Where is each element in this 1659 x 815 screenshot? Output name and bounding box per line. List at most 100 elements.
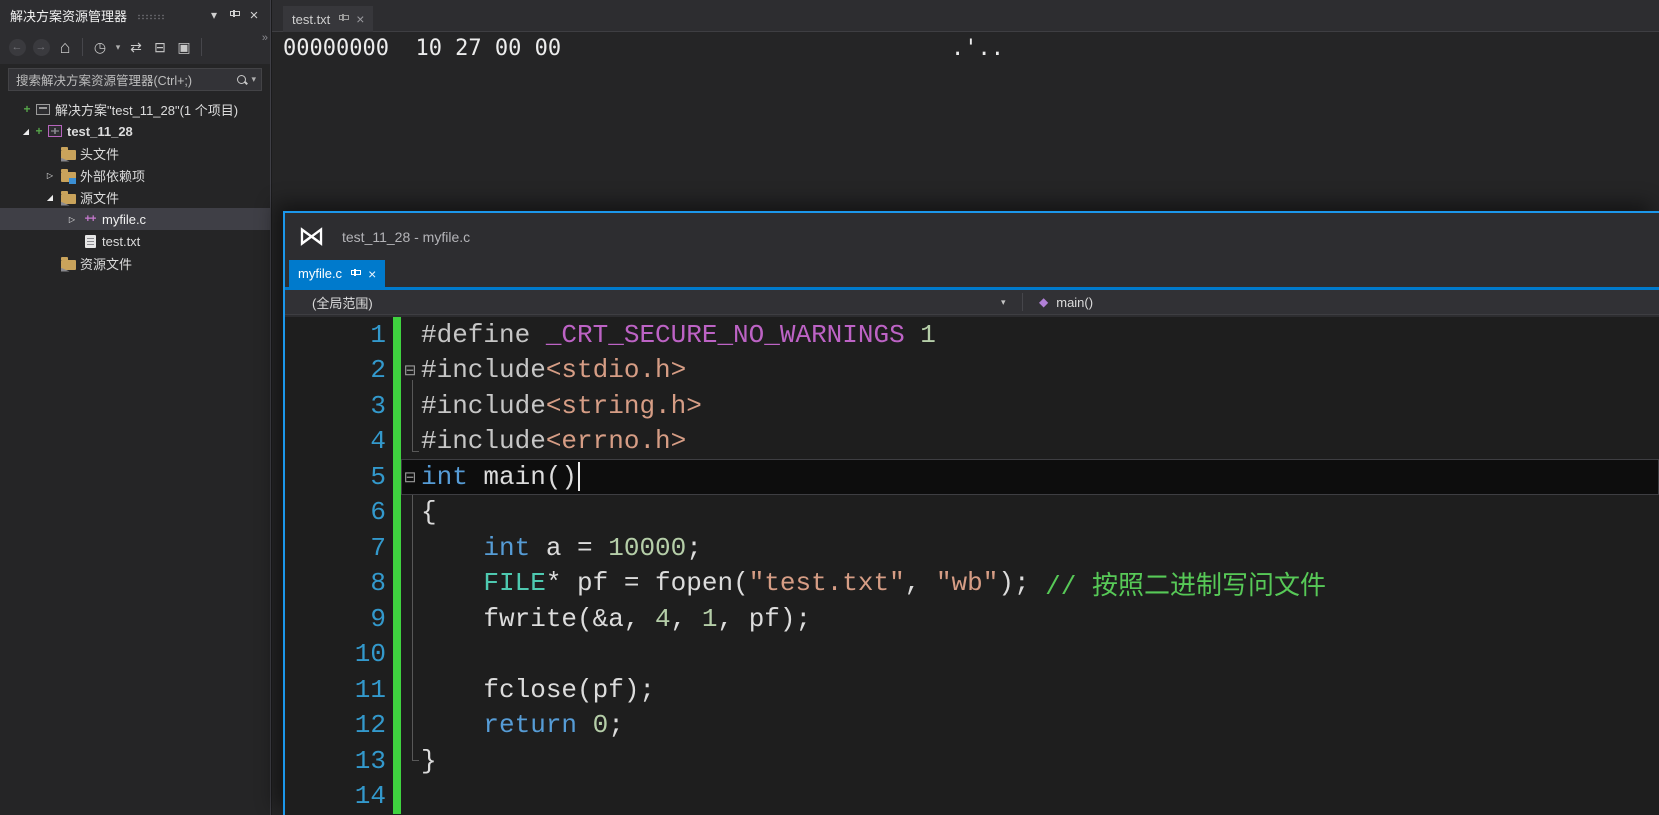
- code-editor[interactable]: 1#define _CRT_SECURE_NO_WARNINGS 12⊟#inc…: [285, 317, 1659, 815]
- fold-collapse-icon[interactable]: ⊟: [401, 361, 419, 379]
- code-line-7[interactable]: 7 int a = 10000;: [285, 530, 1659, 566]
- cpp-glyph: ++: [85, 213, 96, 225]
- member-dropdown[interactable]: ◆ main(): [1032, 290, 1659, 314]
- close-icon[interactable]: ×: [368, 267, 376, 281]
- code-line-3[interactable]: 3#include<string.h>: [285, 388, 1659, 424]
- tree-item-file-myfile-c[interactable]: ▷++myfile.c: [0, 208, 270, 230]
- close-icon[interactable]: ×: [244, 4, 264, 26]
- line-number: 7: [285, 530, 393, 566]
- tab-test-txt[interactable]: test.txt ×: [283, 6, 373, 32]
- drag-handle[interactable]: [137, 14, 166, 20]
- search-input[interactable]: 搜索解决方案资源管理器(Ctrl+;) ▾: [8, 68, 262, 91]
- token-str: "test.txt": [749, 568, 905, 598]
- tree-item-solution[interactable]: +解决方案"test_11_28"(1 个项目): [0, 98, 270, 120]
- change-tracking-bar: [393, 672, 401, 708]
- tab-myfile-c[interactable]: myfile.c ×: [289, 260, 385, 287]
- code-line-12[interactable]: 12 return 0;: [285, 708, 1659, 744]
- expander-icon[interactable]: ◢: [42, 193, 58, 202]
- pin-icon[interactable]: [224, 4, 244, 26]
- visual-studio-logo-icon: ⋈: [298, 223, 325, 250]
- toolbar-overflow-button[interactable]: »: [262, 32, 268, 44]
- expander-icon[interactable]: ▷: [64, 215, 80, 224]
- search-dropdown-icon[interactable]: ▾: [251, 74, 256, 85]
- code-text: int main(): [419, 462, 580, 492]
- tree-item-external-deps[interactable]: ▷ 外部依赖项: [0, 164, 270, 186]
- home-button[interactable]: ⌂: [54, 35, 76, 59]
- token-num: 0: [593, 710, 609, 740]
- code-text: return 0;: [419, 710, 624, 740]
- code-line-14[interactable]: 14: [285, 779, 1659, 815]
- window-position-icon[interactable]: ▾: [204, 4, 224, 26]
- code-line-10[interactable]: 10: [285, 637, 1659, 673]
- tree-item-source-files[interactable]: ◢源文件: [0, 186, 270, 208]
- show-all-files-button[interactable]: ▣: [173, 35, 195, 59]
- tree-item-label: 外部依赖项: [78, 166, 145, 185]
- code-text: #include<stdio.h>: [419, 355, 686, 385]
- line-number: 1: [285, 317, 393, 353]
- code-line-9[interactable]: 9 fwrite(&a, 4, 1, pf);: [285, 601, 1659, 637]
- search-icon: [236, 74, 248, 86]
- toolbar-separator: [82, 38, 83, 56]
- change-tracking-bar: [393, 459, 401, 495]
- expander-icon[interactable]: ◢: [18, 127, 34, 136]
- code-line-8[interactable]: 8 FILE* pf = fopen("test.txt", "wb"); //…: [285, 566, 1659, 602]
- change-tracking-bar: [393, 566, 401, 602]
- code-text: #define _CRT_SECURE_NO_WARNINGS 1: [419, 320, 936, 350]
- editor-window-title: test_11_28 - myfile.c: [342, 229, 470, 245]
- token-pln: main(): [468, 462, 577, 492]
- tree-item-project-test-11-28[interactable]: ◢+test_11_28: [0, 120, 270, 142]
- line-number: 2: [285, 353, 393, 389]
- editor-titlebar[interactable]: ⋈ test_11_28 - myfile.c: [285, 213, 1659, 260]
- code-line-2[interactable]: 2 ⊟#include<stdio.h>: [285, 353, 1659, 389]
- pin-icon[interactable]: [338, 14, 348, 24]
- fold-collapse-icon[interactable]: ⊟: [401, 468, 419, 486]
- token-kw: int: [483, 533, 530, 563]
- change-tracking-bar: [393, 601, 401, 637]
- code-text: }: [419, 746, 437, 776]
- forward-icon: →: [33, 39, 50, 56]
- tree-item-label: 资源文件: [78, 254, 132, 273]
- change-tracking-bar: [393, 530, 401, 566]
- line-number: 4: [285, 424, 393, 460]
- code-line-5[interactable]: 5⊟int main(): [285, 459, 1659, 495]
- line-number: 13: [285, 743, 393, 779]
- added-plus-icon: +: [22, 102, 32, 116]
- navigation-bar: (全局范围) ▾ ◆ main(): [285, 290, 1659, 315]
- folder-glyph: [61, 260, 76, 270]
- code-line-11[interactable]: 11 fclose(pf);: [285, 672, 1659, 708]
- toolbar-separator: [201, 38, 202, 56]
- code-line-13[interactable]: 13}: [285, 743, 1659, 779]
- tab-label: myfile.c: [298, 266, 342, 281]
- token-pln: }: [421, 746, 437, 776]
- expander-icon[interactable]: ▷: [42, 171, 58, 180]
- filter-dropdown-icon[interactable]: ▾: [113, 35, 123, 59]
- token-num: 4: [655, 604, 671, 634]
- token-str: <string.h>: [546, 391, 702, 421]
- cpp-icon: ++: [80, 213, 100, 225]
- pending-changes-filter-button[interactable]: ◷: [89, 35, 111, 59]
- code-line-6[interactable]: 6{: [285, 495, 1659, 531]
- line-number: 11: [285, 672, 393, 708]
- chevron-down-icon[interactable]: ▾: [1001, 290, 1006, 314]
- solution-explorer-toolbar: ← → ⌂ ◷ ▾ ⇄ ⊟ ▣ »: [0, 30, 270, 64]
- token-pln: * pf = fopen(: [546, 568, 749, 598]
- tree-item-header-files[interactable]: 头文件: [0, 142, 270, 164]
- folder-ext-icon: [58, 169, 78, 182]
- line-number: 14: [285, 779, 393, 815]
- collapse-all-button[interactable]: ⊟: [149, 35, 171, 59]
- back-button[interactable]: ←: [6, 35, 28, 59]
- change-tracking-bar: [393, 495, 401, 531]
- pin-icon[interactable]: [350, 269, 360, 279]
- code-line-1[interactable]: 1 #define _CRT_SECURE_NO_WARNINGS 1: [285, 317, 1659, 353]
- line-number: 12: [285, 708, 393, 744]
- token-dir: #define: [421, 320, 546, 350]
- tree-item-resource-files[interactable]: 资源文件: [0, 252, 270, 274]
- forward-button[interactable]: →: [30, 35, 52, 59]
- floating-editor-window: ⋈ test_11_28 - myfile.c myfile.c × (全局范围…: [283, 211, 1659, 815]
- tree-item-file-test-txt[interactable]: test.txt: [0, 230, 270, 252]
- close-icon[interactable]: ×: [356, 12, 364, 26]
- token-pln: [421, 710, 483, 740]
- scope-dropdown[interactable]: (全局范围): [285, 290, 1022, 314]
- code-line-4[interactable]: 4#include<errno.h>: [285, 424, 1659, 460]
- sync-with-active-document-button[interactable]: ⇄: [125, 35, 147, 59]
